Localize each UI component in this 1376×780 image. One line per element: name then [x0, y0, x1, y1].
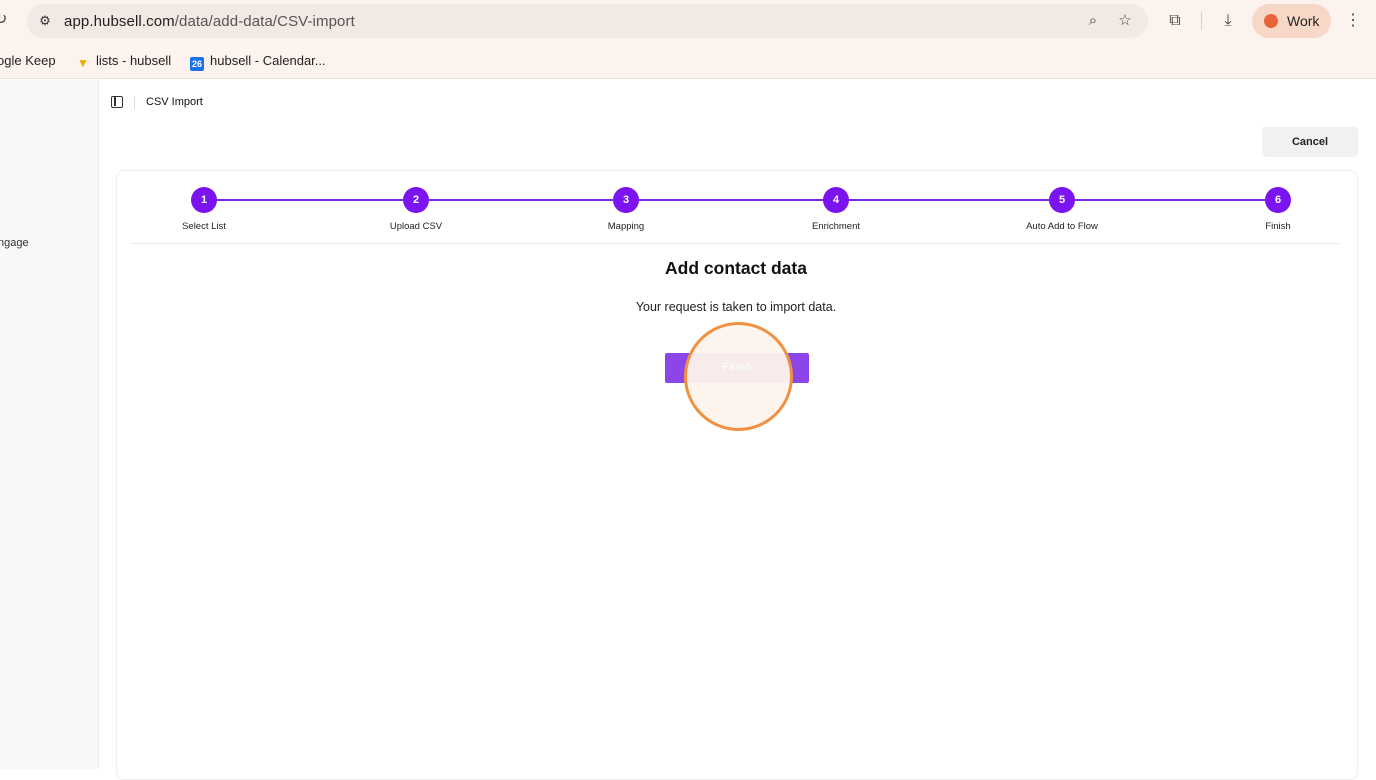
finish-button-label: Finish [722, 361, 752, 373]
bookmark-label: hubsell - Calendar... [210, 53, 326, 68]
step-enrichment: 4 Enrichment [776, 187, 896, 232]
profile-avatar-icon [1264, 14, 1278, 28]
stepper: 1 Select List 2 Upload CSV 3 Mapping 4 E… [130, 186, 1340, 244]
bookmark-google-keep[interactable]: ogle Keep [0, 53, 56, 68]
site-settings-icon[interactable]: ⚙ [36, 12, 54, 30]
reload-icon[interactable]: ↻ [0, 8, 14, 32]
step-label: Auto Add to Flow [1026, 221, 1098, 232]
step-mapping: 3 Mapping [566, 187, 686, 232]
menu-kebab-icon[interactable]: ⋮ [1342, 10, 1364, 32]
breadcrumb: CSV Import [146, 96, 203, 108]
toolbar-divider [1201, 12, 1202, 30]
filter-icon: ▼ [77, 56, 89, 70]
url-path: /data/add-data/CSV-import [174, 13, 355, 30]
sidebar: ngage [0, 79, 99, 769]
step-select-list: 1 Select List [144, 187, 264, 232]
sidebar-item-engage[interactable]: ngage [0, 237, 29, 249]
cancel-button[interactable]: Cancel [1262, 127, 1358, 157]
step-number: 6 [1265, 187, 1291, 213]
profile-label: Work [1287, 13, 1320, 29]
calendar-icon: 26 [190, 57, 204, 71]
step-number: 5 [1049, 187, 1075, 213]
download-icon[interactable]: ⤓ [1217, 10, 1239, 32]
click-highlight [684, 322, 793, 431]
breadcrumb-divider [134, 96, 135, 109]
step-upload-csv: 2 Upload CSV [356, 187, 476, 232]
url-text[interactable]: app.hubsell.com/data/add-data/CSV-import [64, 13, 355, 30]
step-label: Mapping [607, 221, 645, 232]
bookmark-label: ogle Keep [0, 53, 56, 68]
step-number: 2 [403, 187, 429, 213]
bookmarks-bar: ogle Keep ▼ lists - hubsell 26 hubsell - C… [0, 50, 600, 72]
profile-button[interactable]: Work [1252, 4, 1331, 38]
step-finish: 6 Finish [1218, 187, 1338, 232]
step-label: Finish [1265, 221, 1291, 232]
bookmark-star-icon[interactable]: ☆ [1115, 11, 1135, 31]
step-label: Upload CSV [389, 221, 443, 232]
status-message: Your request is taken to import data. [635, 300, 837, 314]
zoom-icon[interactable]: ⌕ [1083, 11, 1103, 31]
step-auto-add-to-flow: 5 Auto Add to Flow [1002, 187, 1122, 232]
step-label: Enrichment [811, 221, 861, 232]
step-number: 1 [191, 187, 217, 213]
url-host: app.hubsell.com [64, 13, 175, 30]
browser-chrome: ↻ ⚙ app.hubsell.com/data/add-data/CSV-im… [0, 0, 1376, 79]
bookmark-label: lists - hubsell [96, 53, 172, 68]
step-number: 4 [823, 187, 849, 213]
step-label: Select List [182, 221, 226, 232]
address-bar[interactable]: ⚙ app.hubsell.com/data/add-data/CSV-impo… [27, 4, 1148, 38]
bookmark-hubsell-calendar[interactable]: 26 hubsell - Calendar... [190, 53, 326, 71]
page-title: Add contact data [665, 258, 807, 278]
bookmark-lists-hubsell[interactable]: ▼ lists - hubsell [76, 53, 171, 70]
extensions-icon[interactable]: ⧉ [1164, 10, 1186, 32]
step-number: 3 [613, 187, 639, 213]
sidebar-toggle-icon[interactable] [111, 96, 123, 108]
